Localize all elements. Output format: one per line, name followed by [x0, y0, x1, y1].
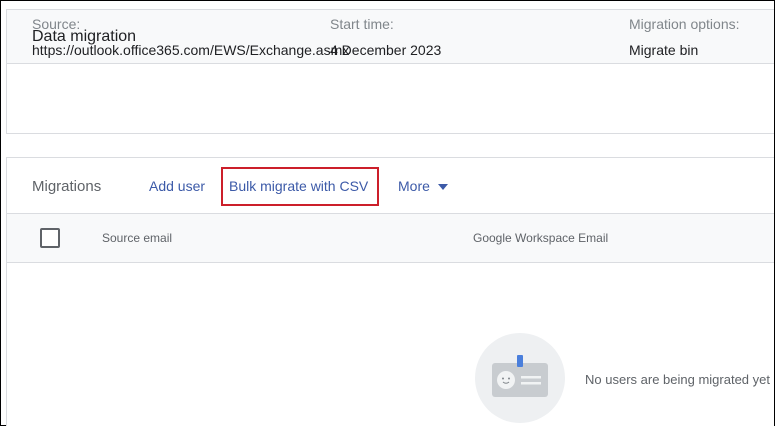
column-header-workspace-email[interactable]: Google Workspace Email: [473, 231, 608, 245]
add-user-button[interactable]: Add user: [149, 178, 205, 194]
page-frame: Data migration Source: https://outlook.o…: [0, 0, 775, 426]
source-value: https://outlook.office365.com/EWS/Exchan…: [32, 42, 350, 58]
select-all-checkbox[interactable]: [40, 228, 60, 248]
start-time-value: 4 December 2023: [330, 42, 442, 58]
more-menu-button[interactable]: More: [398, 178, 448, 194]
id-card-icon: [492, 355, 548, 397]
chevron-down-icon: [437, 184, 448, 191]
migration-options-label: Migration options:: [629, 16, 740, 32]
migrations-toolbar: Migrations Add user Bulk migrate with CS…: [7, 158, 774, 214]
bulk-migrate-csv-button[interactable]: Bulk migrate with CSV: [229, 178, 368, 194]
data-migration-card: Data migration Source: https://outlook.o…: [6, 9, 774, 134]
migrations-card: Migrations Add user Bulk migrate with CS…: [6, 157, 774, 426]
empty-state-text: No users are being migrated yet: [585, 372, 770, 387]
source-label: Source:: [32, 16, 81, 32]
empty-state-illustration: [475, 333, 565, 423]
table-header: Source email Google Workspace Email: [7, 214, 774, 263]
migrations-title: Migrations: [32, 178, 102, 195]
start-time-label: Start time:: [330, 16, 394, 32]
column-header-source-email[interactable]: Source email: [102, 231, 172, 245]
more-label: More: [398, 178, 430, 194]
migration-options-value: Migrate bin: [629, 42, 699, 58]
